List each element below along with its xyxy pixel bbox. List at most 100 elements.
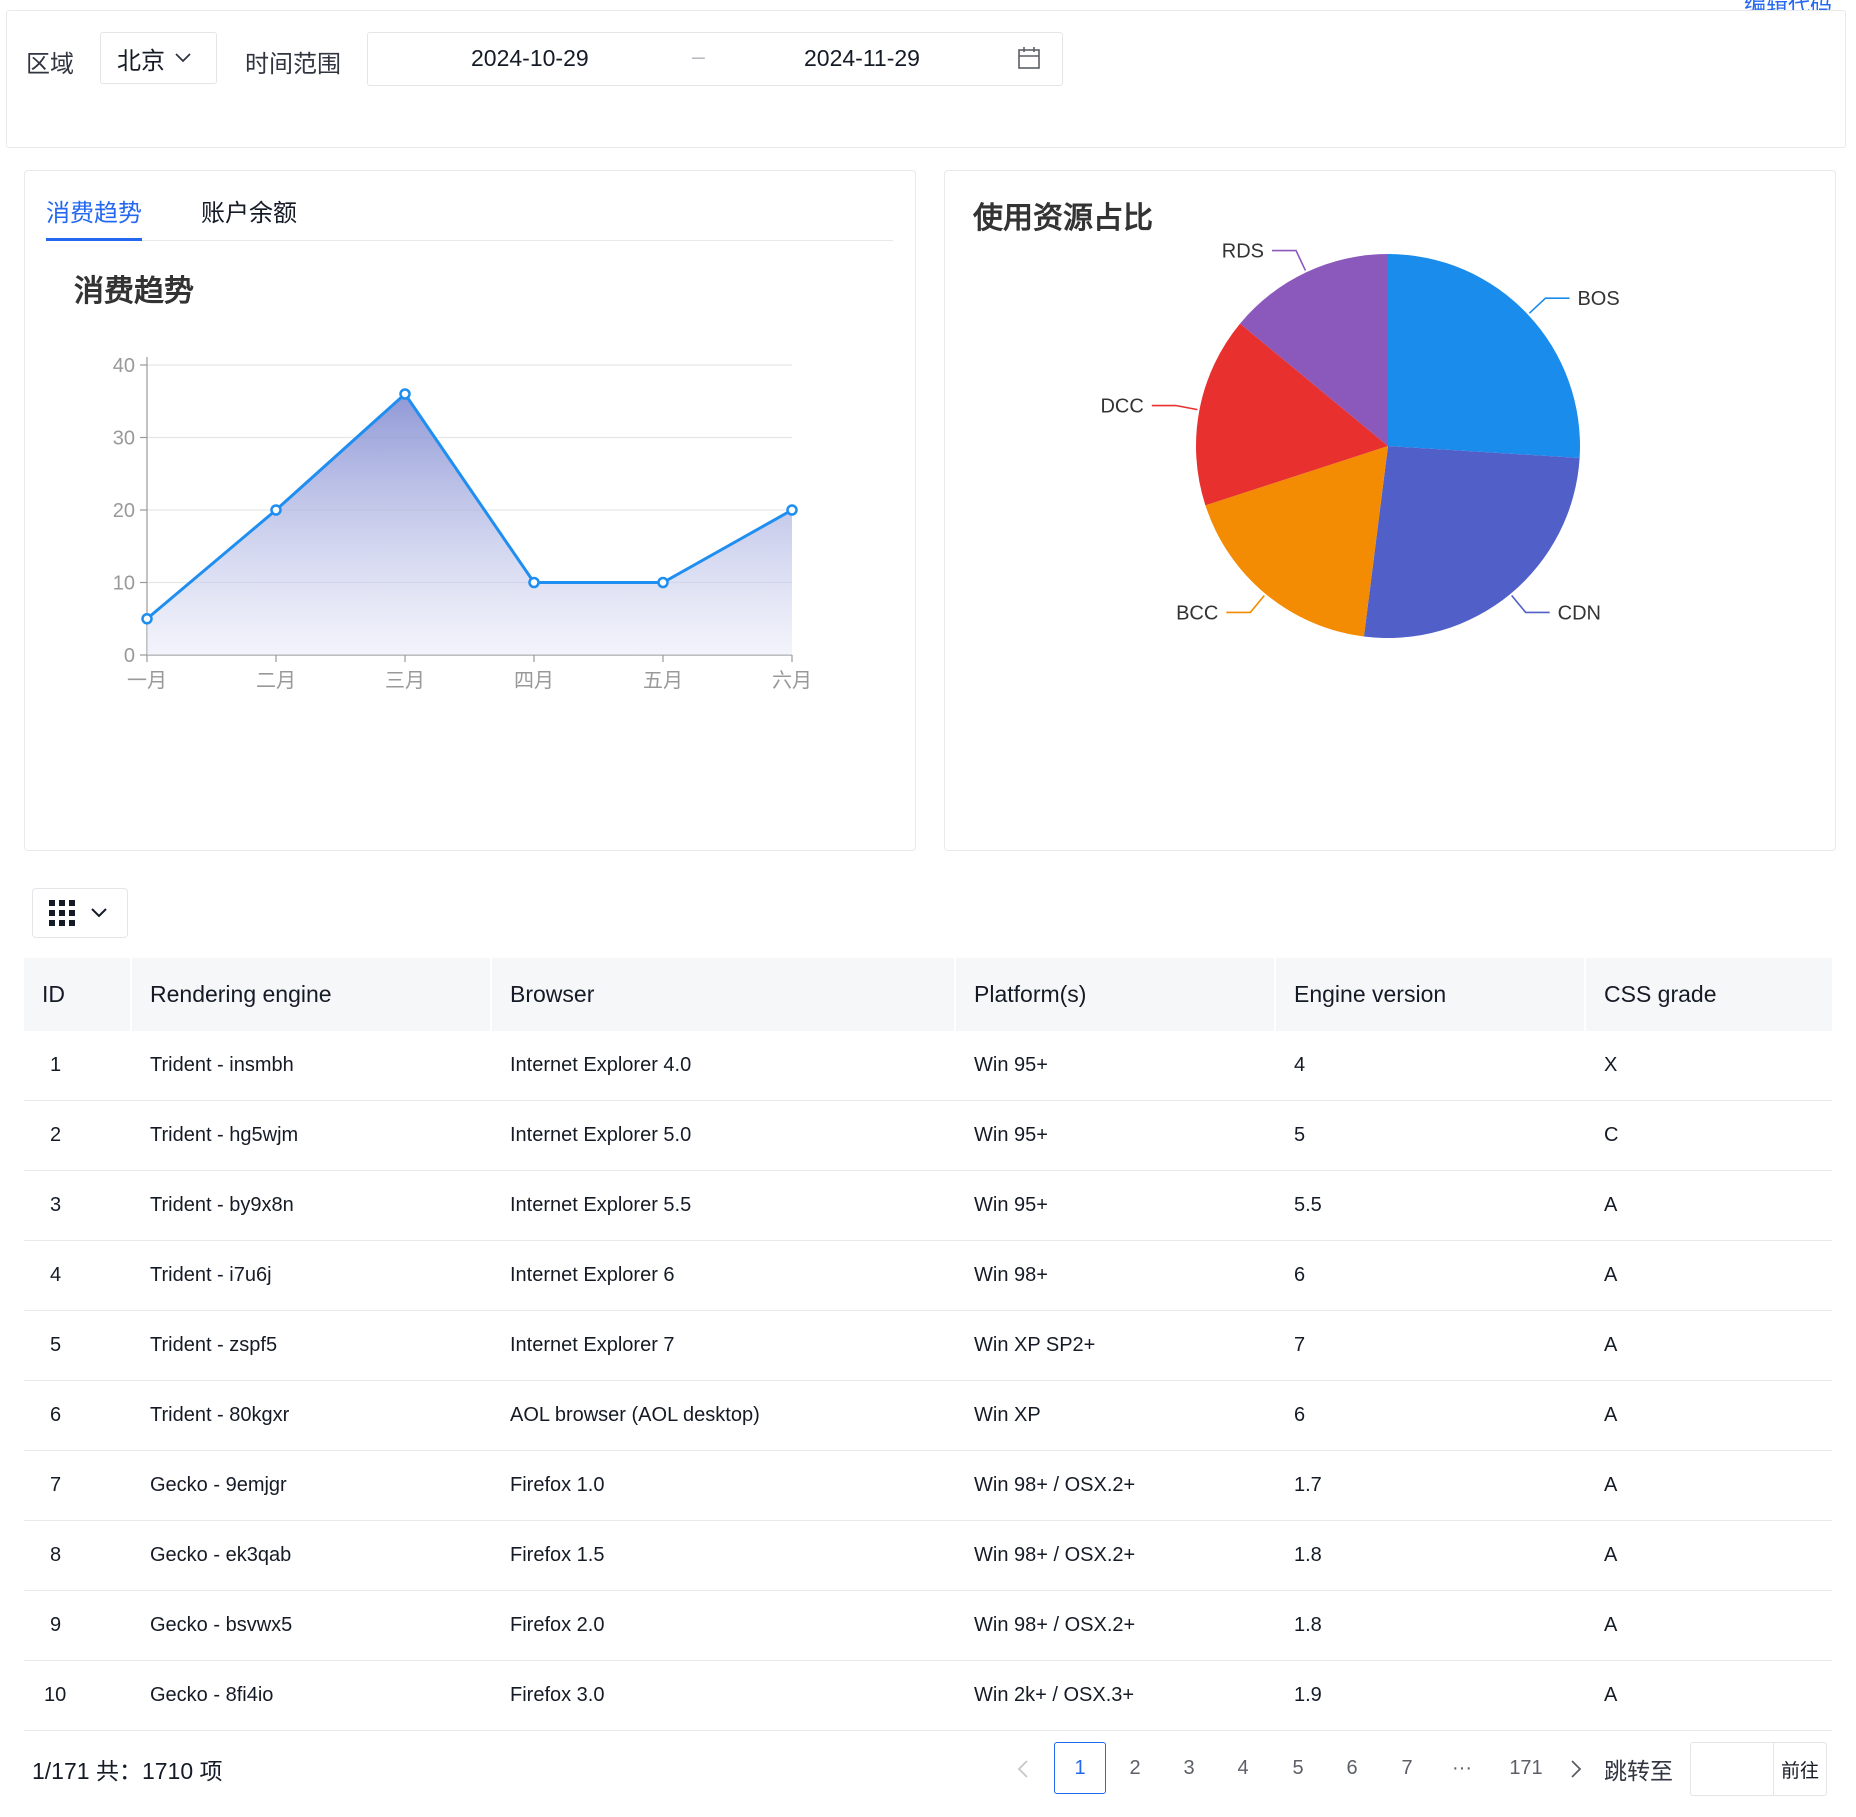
pie-label: CDN (1558, 602, 1601, 624)
cell-platforms: Win XP (954, 1380, 1274, 1451)
tabs-divider (46, 240, 893, 241)
page-171[interactable]: 171 (1494, 1742, 1558, 1794)
cell-platforms: Win 98+ / OSX.2+ (954, 1450, 1274, 1521)
region-select[interactable]: 北京 (100, 32, 217, 84)
cell-browser: Internet Explorer 7 (490, 1310, 954, 1381)
date-start[interactable]: 2024-10-29 (471, 45, 589, 72)
cell-css-grade: A (1584, 1240, 1832, 1311)
date-separator: – (692, 43, 705, 69)
cell-rendering-engine: Trident - zspf5 (130, 1310, 490, 1381)
table-row: 7 Gecko - 9emjgr Firefox 1.0 Win 98+ / OSX.… (24, 1450, 1832, 1521)
grid-icon (49, 900, 75, 926)
date-end[interactable]: 2024-11-29 (804, 45, 920, 72)
cell-id: 3 (24, 1170, 130, 1241)
col-header-engine-version[interactable]: Engine version (1274, 958, 1584, 1031)
x-tick-label: 二月 (256, 670, 296, 692)
region-value: 北京 (117, 47, 165, 75)
col-header-css-grade[interactable]: CSS grade (1584, 958, 1832, 1031)
cell-engine-version: 6 (1274, 1240, 1584, 1311)
pagination-info: 1/171 共：1710 项 (32, 1758, 223, 1784)
table-row: 9 Gecko - bsvwx5 Firefox 2.0 Win 98+ / OSX.… (24, 1590, 1832, 1661)
cell-id: 8 (24, 1520, 130, 1591)
y-tick-label: 40 (113, 355, 135, 377)
page-5[interactable]: 5 (1272, 1742, 1324, 1794)
page-7[interactable]: 7 (1381, 1742, 1433, 1794)
consumption-line-chart: 0 10 20 30 40 一月 二月 三月 四月 五月 六月 (113, 355, 812, 692)
col-header-id[interactable]: ID (24, 958, 130, 1031)
cell-css-grade: A (1584, 1590, 1832, 1661)
line-chart-title: 消费趋势 (74, 275, 194, 308)
cell-id: 2 (24, 1100, 130, 1171)
page-2[interactable]: 2 (1109, 1742, 1161, 1794)
cell-browser: Internet Explorer 6 (490, 1240, 954, 1311)
pie-label: DCC (1100, 396, 1143, 418)
jump-to-label: 跳转至 (1604, 1758, 1673, 1784)
calendar-icon[interactable] (1017, 46, 1041, 70)
cell-rendering-engine: Trident - by9x8n (130, 1170, 490, 1241)
data-table: ID Rendering engine Browser Platform(s) … (24, 958, 1832, 1731)
pie-slice (1363, 446, 1580, 638)
cell-rendering-engine: Trident - insmbh (130, 1031, 490, 1101)
y-tick-label: 20 (113, 500, 135, 522)
cell-rendering-engine: Trident - 80kgxr (130, 1380, 490, 1451)
cell-platforms: Win 95+ (954, 1031, 1274, 1101)
cell-css-grade: C (1584, 1100, 1832, 1171)
x-tick-label: 四月 (514, 670, 554, 692)
cell-engine-version: 6 (1274, 1380, 1584, 1451)
page-6[interactable]: 6 (1326, 1742, 1378, 1794)
cell-engine-version: 1.7 (1274, 1450, 1584, 1521)
table-row: 4 Trident - i7u6j Internet Explorer 6 Win 9… (24, 1240, 1832, 1311)
next-page-icon[interactable] (1570, 1760, 1582, 1778)
cell-id: 9 (24, 1590, 130, 1661)
y-tick-label: 30 (113, 428, 135, 450)
cell-css-grade: X (1584, 1031, 1832, 1101)
y-tick-label: 0 (124, 645, 135, 667)
cell-engine-version: 1.8 (1274, 1590, 1584, 1661)
cell-css-grade: A (1584, 1170, 1832, 1241)
col-header-platforms[interactable]: Platform(s) (954, 958, 1274, 1031)
prev-page-icon[interactable] (1017, 1760, 1029, 1778)
data-point (528, 576, 540, 589)
tab-consumption-trend[interactable]: 消费趋势 (46, 193, 142, 228)
time-range-label: 时间范围 (245, 51, 341, 78)
page-4[interactable]: 4 (1217, 1742, 1269, 1794)
cell-platforms: Win 2k+ / OSX.3+ (954, 1660, 1274, 1731)
cell-rendering-engine: Trident - i7u6j (130, 1240, 490, 1311)
col-header-rendering-engine[interactable]: Rendering engine (130, 958, 490, 1031)
cell-platforms: Win XP SP2+ (954, 1310, 1274, 1381)
table-row: 8 Gecko - ek3qab Firefox 1.5 Win 98+ / OSX.… (24, 1520, 1832, 1591)
cell-id: 10 (24, 1660, 130, 1731)
cell-engine-version: 5.5 (1274, 1170, 1584, 1241)
chevron-down-icon (91, 908, 107, 918)
cell-id: 4 (24, 1240, 130, 1311)
cell-browser: Firefox 1.0 (490, 1450, 954, 1521)
cell-id: 6 (24, 1380, 130, 1451)
cell-engine-version: 5 (1274, 1100, 1584, 1171)
cell-id: 1 (24, 1031, 130, 1101)
pie-label-line (1528, 297, 1570, 314)
data-point (786, 504, 798, 516)
page-3[interactable]: 3 (1163, 1742, 1215, 1794)
x-tick-label: 六月 (772, 669, 812, 692)
cell-css-grade: A (1584, 1520, 1832, 1591)
cell-platforms: Win 95+ (954, 1170, 1274, 1241)
go-button[interactable]: 前往 (1773, 1743, 1826, 1795)
cell-browser: AOL browser (AOL desktop) (490, 1380, 954, 1451)
x-tick-label: 一月 (127, 670, 167, 692)
table-row: 3 Trident - by9x8n Internet Explorer 5.5 Wi… (24, 1170, 1832, 1241)
table-header-row: ID Rendering engine Browser Platform(s) … (24, 958, 1832, 1031)
cell-rendering-engine: Gecko - 9emjgr (130, 1450, 490, 1521)
page-1[interactable]: 1 (1054, 1742, 1106, 1794)
cell-engine-version: 7 (1274, 1310, 1584, 1381)
cell-platforms: Win 98+ / OSX.2+ (954, 1590, 1274, 1661)
jump-page-input[interactable]: 前往 (1690, 1742, 1827, 1796)
cell-browser: Firefox 1.5 (490, 1520, 954, 1591)
cell-css-grade: A (1584, 1380, 1832, 1451)
table-row: 1 Trident - insmbh Internet Explorer 4.0 Wi… (24, 1031, 1832, 1101)
page-ellipsis[interactable]: ··· (1436, 1742, 1488, 1794)
data-point (657, 576, 669, 589)
col-header-browser[interactable]: Browser (490, 958, 954, 1031)
tab-account-balance[interactable]: 账户余额 (201, 193, 297, 228)
date-range-picker[interactable]: 2024-10-29 – 2024-11-29 (367, 32, 1063, 86)
column-settings-button[interactable] (32, 888, 128, 938)
